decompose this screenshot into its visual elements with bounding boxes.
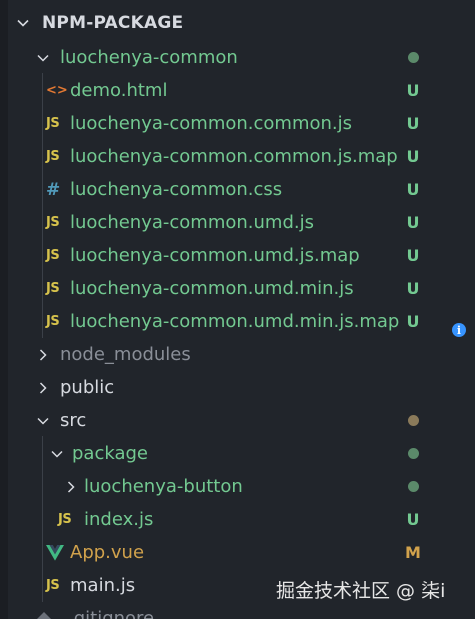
git-status-modified: M: [405, 543, 421, 562]
git-status-dot: [405, 41, 421, 74]
git-status-untracked: U: [406, 180, 420, 199]
folder-label: src: [60, 410, 87, 431]
folder-label: luochenya-button: [84, 476, 243, 497]
file-umd-min-js-map[interactable]: JS luochenya-common.umd.min.js.map U: [8, 305, 475, 338]
git-status-dot: [405, 437, 421, 470]
js-file-icon: JS: [46, 215, 60, 230]
file-app-vue[interactable]: App.vue M: [8, 536, 475, 569]
file-label: index.js: [84, 509, 154, 530]
folder-luochenya-button[interactable]: luochenya-button: [8, 470, 475, 503]
file-umd-js-map[interactable]: JS luochenya-common.umd.js.map U: [8, 239, 475, 272]
git-file-icon: [36, 611, 68, 619]
js-file-icon: JS: [46, 578, 60, 593]
folder-src[interactable]: src: [8, 404, 475, 437]
folder-package[interactable]: package: [8, 437, 475, 470]
js-file-icon: JS: [46, 149, 60, 164]
file-umd-js[interactable]: JS luochenya-common.umd.js U: [8, 206, 475, 239]
js-file-icon: JS: [46, 314, 60, 329]
chevron-down-icon: [32, 410, 54, 432]
js-file-icon: JS: [46, 248, 60, 263]
js-file-icon: JS: [58, 512, 72, 527]
file-label: luochenya-common.common.js.map: [70, 146, 398, 167]
vue-file-icon: [46, 544, 70, 561]
folder-luochenya-common[interactable]: luochenya-common: [8, 41, 475, 74]
folder-node-modules[interactable]: node_modules: [8, 338, 475, 371]
folder-label: package: [72, 443, 148, 464]
file-label: .gitignore: [68, 608, 155, 619]
file-label: main.js: [70, 575, 136, 596]
file-umd-min-js[interactable]: JS luochenya-common.umd.min.js U: [8, 272, 475, 305]
file-label: luochenya-common.umd.min.js.map: [70, 311, 400, 332]
section-header-npm-package[interactable]: NPM-PACKAGE: [8, 6, 475, 40]
chevron-down-icon: [12, 12, 34, 34]
file-common-js-map[interactable]: JS luochenya-common.common.js.map U: [8, 140, 475, 173]
folder-public[interactable]: public: [8, 371, 475, 404]
chevron-down-icon: [46, 443, 68, 465]
chevron-right-icon: [32, 377, 54, 399]
file-common-css[interactable]: # luochenya-common.css U: [8, 173, 475, 206]
folder-label: luochenya-common: [60, 47, 238, 68]
git-status-untracked: U: [406, 147, 420, 166]
file-label: demo.html: [70, 80, 168, 101]
file-label: luochenya-common.umd.min.js: [70, 278, 354, 299]
info-icon[interactable]: i: [452, 323, 466, 337]
file-label: luochenya-common.umd.js: [70, 212, 314, 233]
git-status-untracked: U: [406, 114, 420, 133]
git-status-dot: [405, 404, 421, 437]
activity-gap: [0, 0, 8, 619]
git-status-dot: [405, 470, 421, 503]
git-status-untracked: U: [406, 246, 420, 265]
chevron-down-icon: [32, 47, 54, 69]
html-file-icon: <>: [46, 83, 68, 98]
chevron-right-icon: [60, 476, 82, 498]
js-file-icon: JS: [46, 281, 60, 296]
git-status-untracked: U: [406, 510, 420, 529]
explorer-panel: NPM-PACKAGE luochenya-common <> demo.htm…: [0, 0, 475, 619]
file-gitignore[interactable]: .gitignore: [8, 602, 475, 619]
git-status-untracked: U: [406, 279, 420, 298]
folder-label: public: [60, 377, 115, 398]
chevron-right-icon: [32, 344, 54, 366]
js-file-icon: JS: [46, 116, 60, 131]
watermark: 掘金技术社区 @ 柒i: [276, 580, 446, 602]
file-label: luochenya-common.umd.js.map: [70, 245, 360, 266]
git-status-untracked: U: [406, 81, 420, 100]
file-label: App.vue: [70, 542, 145, 563]
git-status-untracked: U: [406, 312, 420, 331]
file-label: luochenya-common.common.js: [70, 113, 353, 134]
folder-label: node_modules: [60, 344, 191, 365]
css-file-icon: #: [46, 179, 61, 200]
section-title: NPM-PACKAGE: [42, 13, 184, 33]
file-demo-html[interactable]: <> demo.html U: [8, 74, 475, 107]
git-status-untracked: U: [406, 213, 420, 232]
file-index-js[interactable]: JS index.js U: [8, 503, 475, 536]
file-common-js[interactable]: JS luochenya-common.common.js U: [8, 107, 475, 140]
file-label: luochenya-common.css: [70, 179, 283, 200]
